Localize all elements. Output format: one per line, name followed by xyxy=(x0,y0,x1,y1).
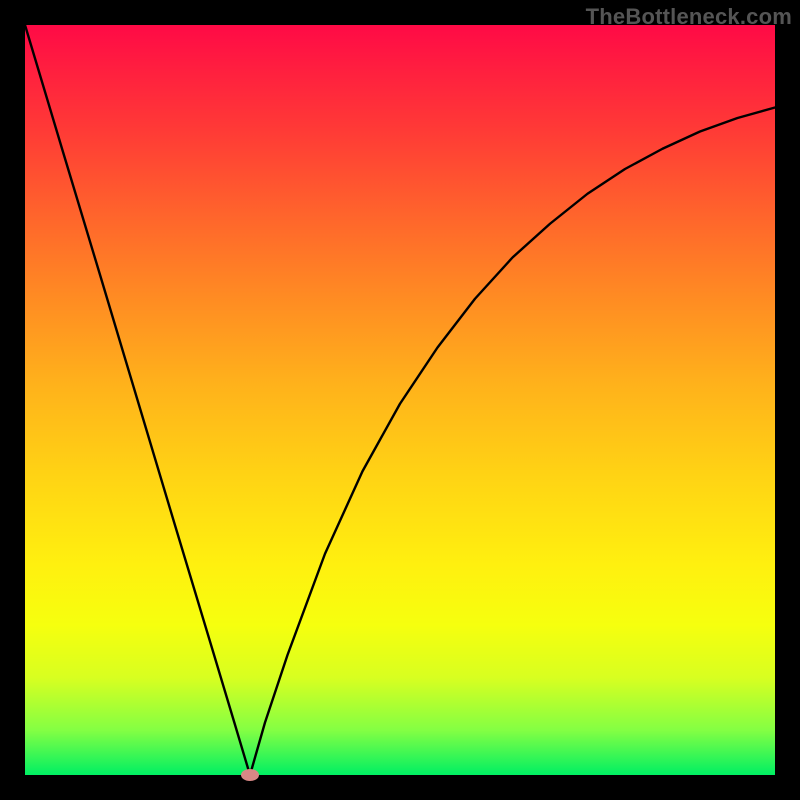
bottleneck-curve xyxy=(25,25,775,775)
curve-minimum-marker xyxy=(241,769,259,781)
chart-curve-svg xyxy=(25,25,775,775)
watermark-text: TheBottleneck.com xyxy=(586,4,792,30)
chart-plot-area xyxy=(25,25,775,775)
